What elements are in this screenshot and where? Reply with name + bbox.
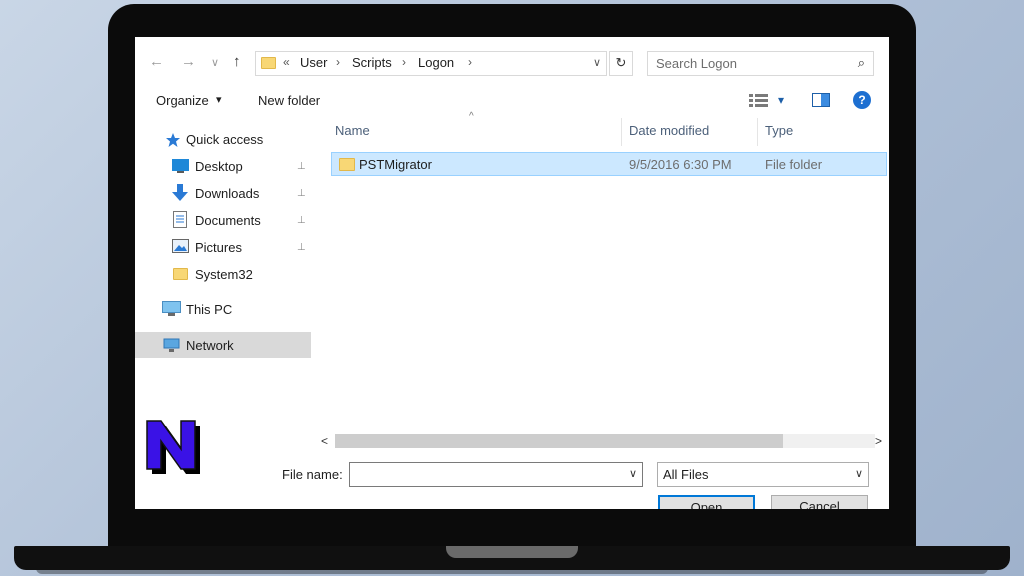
folder-icon [261, 57, 276, 69]
sidebar-item-documents[interactable]: Documents [195, 213, 261, 228]
pictures-icon [172, 239, 189, 253]
file-type-dropdown-icon[interactable]: ∨ [855, 467, 863, 480]
breadcrumb-separator[interactable]: › [336, 55, 340, 69]
recent-locations-button[interactable]: ∨ [211, 53, 219, 73]
new-folder-button[interactable]: New folder [258, 93, 320, 108]
sort-indicator-icon: ^ [469, 111, 474, 122]
column-header-name[interactable]: Name [335, 123, 370, 138]
pin-icon: ⊥ [297, 242, 306, 253]
search-box[interactable]: Search Logon ⌕ [647, 51, 874, 76]
sidebar-item-pictures[interactable]: Pictures [195, 240, 242, 255]
open-button[interactable]: Open [658, 495, 755, 509]
downloads-icon [172, 184, 188, 201]
sidebar-this-pc[interactable]: This PC [186, 302, 232, 317]
up-button[interactable]: ↑ [233, 52, 241, 72]
organize-caret-icon[interactable]: ▾ [216, 93, 222, 106]
column-divider[interactable] [757, 118, 758, 146]
pin-icon: ⊥ [297, 161, 306, 172]
pin-icon: ⊥ [297, 215, 306, 226]
sidebar-item-system32[interactable]: System32 [195, 267, 253, 282]
breadcrumb-separator[interactable]: › [468, 55, 472, 69]
file-type: File folder [765, 157, 823, 172]
file-date-modified: 9/5/2016 6:30 PM [629, 157, 732, 172]
preview-pane-icon[interactable] [812, 93, 830, 107]
column-header-date-modified[interactable]: Date modified [629, 123, 709, 138]
folder-icon [339, 158, 355, 171]
folder-icon [173, 268, 188, 280]
address-bar[interactable]: « User › Scripts › Logon › ∨ [255, 51, 607, 76]
column-header-type[interactable]: Type [765, 123, 793, 138]
scrollbar-thumb[interactable] [335, 434, 783, 448]
network-icon [163, 338, 180, 352]
documents-icon [173, 211, 187, 228]
file-name-input[interactable]: ∨ [349, 462, 643, 487]
overflow-chevron[interactable]: « [283, 55, 290, 69]
sidebar-item-desktop[interactable]: Desktop [195, 159, 243, 174]
table-row[interactable]: PSTMigrator 9/5/2016 6:30 PM File folder [331, 152, 887, 176]
scroll-left-button[interactable]: < [321, 434, 328, 448]
view-caret-icon[interactable]: ▾ [778, 93, 784, 107]
search-icon[interactable]: ⌕ [858, 55, 865, 71]
sidebar-quick-access[interactable]: Quick access [186, 132, 263, 147]
breadcrumb-logon[interactable]: Logon [418, 55, 454, 70]
pin-icon: ⊥ [297, 188, 306, 199]
back-button[interactable]: ← [149, 52, 164, 72]
sidebar-item-downloads[interactable]: Downloads [195, 186, 259, 201]
laptop-notch [446, 546, 578, 558]
file-dialog: ← → ∨ ↑ « User › Scripts › Logon › ∨ ↻ S… [135, 37, 889, 509]
star-icon [166, 133, 180, 147]
breadcrumb-scripts[interactable]: Scripts [352, 55, 392, 70]
forward-button[interactable]: → [181, 52, 196, 72]
this-pc-icon [162, 301, 181, 316]
column-divider[interactable] [621, 118, 622, 146]
sidebar-network[interactable]: Network [186, 338, 234, 353]
address-dropdown-icon[interactable]: ∨ [593, 56, 601, 69]
cancel-button[interactable]: Cancel [771, 495, 868, 509]
scroll-right-button[interactable]: > [875, 434, 882, 448]
view-options-icon[interactable] [749, 93, 769, 107]
file-name-label: File name: [282, 467, 343, 482]
breadcrumb-user[interactable]: User [300, 55, 327, 70]
channel-logo [146, 420, 200, 474]
file-type-select[interactable]: All Files ∨ [657, 462, 869, 487]
search-placeholder: Search Logon [656, 56, 737, 71]
refresh-button[interactable]: ↻ [609, 51, 633, 76]
file-name-dropdown-icon[interactable]: ∨ [629, 467, 637, 480]
file-type-value: All Files [663, 467, 709, 482]
breadcrumb-separator[interactable]: › [402, 55, 406, 69]
help-icon[interactable]: ? [853, 91, 871, 109]
file-name: PSTMigrator [359, 157, 432, 172]
desktop-icon [172, 159, 189, 173]
horizontal-scrollbar[interactable] [335, 434, 875, 448]
organize-button[interactable]: Organize [156, 93, 209, 108]
